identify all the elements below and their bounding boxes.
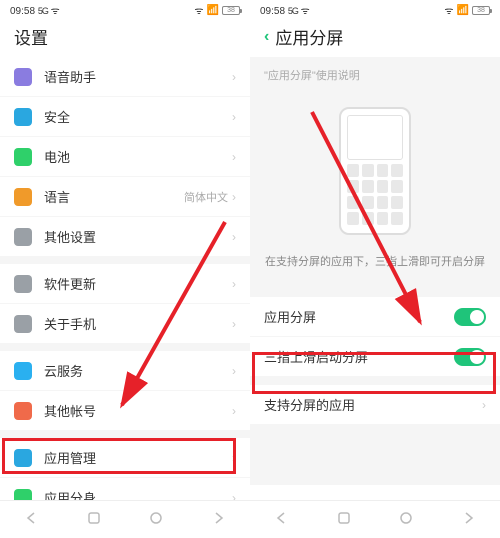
chevron-right-icon: › <box>232 451 236 465</box>
row-label: 关于手机 <box>44 314 232 333</box>
nav-recent-icon[interactable] <box>397 509 415 527</box>
chevron-right-icon: › <box>232 190 236 204</box>
usage-hint[interactable]: "应用分屏"使用说明 <box>250 57 500 93</box>
chevron-right-icon: › <box>232 150 236 164</box>
chevron-right-icon: › <box>232 317 236 331</box>
toggle-app-split[interactable]: 应用分屏 <box>250 297 500 337</box>
wifi-icon: ᯤ <box>194 3 203 17</box>
chevron-right-icon: › <box>232 230 236 244</box>
battery-icon: 38 <box>222 6 240 15</box>
nav-menu-icon[interactable] <box>460 509 478 527</box>
row-label: 应用管理 <box>44 448 232 467</box>
chevron-right-icon: › <box>232 277 236 291</box>
row-icon <box>14 68 32 86</box>
page-title: 设置 <box>0 18 250 57</box>
settings-row-a-2[interactable]: 电池› <box>0 137 250 177</box>
system-nav <box>250 500 500 534</box>
row-label: 电池 <box>44 147 232 166</box>
nav-menu-icon[interactable] <box>210 509 228 527</box>
back-icon[interactable]: ‹ <box>264 28 269 46</box>
settings-row-b-0[interactable]: 软件更新› <box>0 264 250 304</box>
row-icon <box>14 188 32 206</box>
row-icon <box>14 315 32 333</box>
row-value: 简体中文 <box>184 189 228 205</box>
nav-back-icon[interactable] <box>272 509 290 527</box>
switch-icon[interactable] <box>454 308 486 326</box>
page-title: 应用分屏 <box>275 24 343 49</box>
toggle-three-finger[interactable]: 三指上滑启动分屏 <box>250 337 500 377</box>
settings-row-d-0[interactable]: 应用管理› <box>0 438 250 478</box>
supported-apps[interactable]: 支持分屏的应用 › <box>250 385 500 425</box>
chevron-right-icon: › <box>232 110 236 124</box>
system-nav <box>0 500 250 534</box>
row-icon <box>14 362 32 380</box>
settings-row-a-1[interactable]: 安全› <box>0 97 250 137</box>
nav-home-icon[interactable] <box>335 509 353 527</box>
settings-row-a-0[interactable]: 语音助手› <box>0 57 250 97</box>
row-icon <box>14 148 32 166</box>
row-icon <box>14 108 32 126</box>
row-label: 其他设置 <box>44 227 232 246</box>
settings-row-c-0[interactable]: 云服务› <box>0 351 250 391</box>
nav-home-icon[interactable] <box>85 509 103 527</box>
signal-icon: 📶 <box>207 5 219 16</box>
chevron-right-icon: › <box>482 398 486 412</box>
illustration: 在支持分屏的应用下，三指上滑即可开启分屏 <box>250 93 500 289</box>
row-icon <box>14 489 32 501</box>
signal-icon: 📶 <box>457 5 469 16</box>
status-bar: 09:58 5G ᯤ ᯤ 📶 38 <box>250 0 500 18</box>
settings-row-d-1[interactable]: 应用分身› <box>0 478 250 500</box>
chevron-right-icon: › <box>232 364 236 378</box>
row-icon <box>14 228 32 246</box>
row-label: 其他帐号 <box>44 401 232 420</box>
page-header[interactable]: ‹ 应用分屏 <box>250 18 500 57</box>
chevron-right-icon: › <box>232 70 236 84</box>
row-icon <box>14 449 32 467</box>
settings-screen: 09:58 5G ᯤ ᯤ 📶 38 设置 语音助手›安全›电池›语言简体中文›其… <box>0 0 250 500</box>
status-bar: 09:58 5G ᯤ ᯤ 📶 38 <box>0 0 250 18</box>
row-label: 语音助手 <box>44 67 232 86</box>
settings-row-a-3[interactable]: 语言简体中文 › <box>0 177 250 217</box>
settings-row-c-1[interactable]: 其他帐号› <box>0 391 250 430</box>
row-icon <box>14 275 32 293</box>
row-label: 软件更新 <box>44 274 232 293</box>
settings-row-a-4[interactable]: 其他设置› <box>0 217 250 256</box>
nav-back-icon[interactable] <box>22 509 40 527</box>
row-label: 语言 <box>44 187 184 206</box>
row-label: 云服务 <box>44 361 232 380</box>
wifi-icon: ᯤ <box>444 3 453 17</box>
nav-recent-icon[interactable] <box>147 509 165 527</box>
row-label: 安全 <box>44 107 232 126</box>
settings-row-b-1[interactable]: 关于手机› <box>0 304 250 343</box>
row-icon <box>14 402 32 420</box>
chevron-right-icon: › <box>232 491 236 501</box>
split-screen-settings: 09:58 5G ᯤ ᯤ 📶 38 ‹ 应用分屏 "应用分屏"使用说明 <box>250 0 500 500</box>
switch-icon[interactable] <box>454 348 486 366</box>
chevron-right-icon: › <box>232 404 236 418</box>
battery-icon: 38 <box>472 6 490 15</box>
row-label: 应用分身 <box>44 488 232 500</box>
